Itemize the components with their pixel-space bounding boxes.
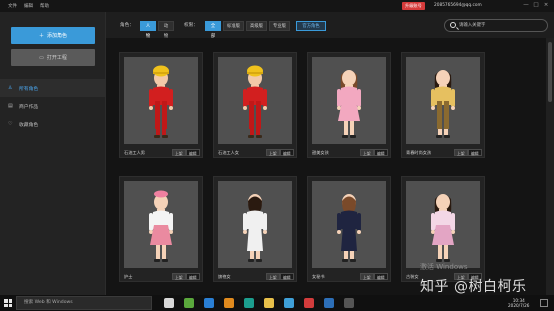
role-card[interactable]: 石油工人女 上架 编辑 (213, 52, 297, 158)
perm-chip-advanced[interactable]: 高级版 (246, 21, 267, 31)
sidebar-item-label: 所有角色 (19, 86, 39, 92)
role-name: 青春时尚女孩 (406, 150, 432, 155)
user-email[interactable]: 2085765694@qq.com (434, 2, 482, 10)
menu-edit[interactable]: 编辑 (24, 3, 33, 9)
heart-icon: ♡ (8, 121, 13, 127)
taskbar-clock[interactable]: 10:34 2020/7/26 (508, 298, 529, 308)
role-name: 石油工人女 (218, 150, 239, 155)
app-green-icon[interactable] (184, 298, 194, 308)
role-publish-button[interactable]: 上架 (172, 149, 186, 156)
sidebar: ＋ 添加角色 ▭ 打开工程 ♙ 所有角色 ▤ 商户作品 ♡ 收藏角色 (0, 12, 106, 295)
role-thumbnail[interactable] (124, 57, 198, 144)
role-thumbnail[interactable] (312, 57, 386, 144)
taskbar: 搜索 Web 和 Windows 10:34 2020/7/26 (0, 295, 554, 311)
menu-bar: 文件 编辑 帮助 升级账号 2085765694@qq.com — □ × (0, 0, 554, 12)
app-orange-icon[interactable] (224, 298, 234, 308)
minimize-button[interactable]: — (522, 1, 530, 10)
role-edit-button[interactable]: 编辑 (374, 273, 388, 280)
role-publish-button[interactable]: 上架 (266, 149, 280, 156)
role-thumbnail[interactable] (124, 181, 198, 268)
open-project-button[interactable]: ▭ 打开工程 (11, 49, 95, 66)
person-icon: ♙ (8, 85, 13, 91)
search-icon (450, 22, 456, 28)
add-role-label: 添加角色 (47, 33, 68, 39)
role-thumbnail[interactable] (406, 181, 480, 268)
perm-chip-pro[interactable]: 专业版 (269, 21, 290, 31)
role-edit-button[interactable]: 编辑 (280, 273, 294, 280)
folder-icon[interactable] (264, 298, 274, 308)
role-edit-button[interactable]: 编辑 (468, 149, 482, 156)
role-publish-button[interactable]: 上架 (266, 273, 280, 280)
official-role-button[interactable]: 官方角色 (296, 21, 326, 31)
filter-bar: 角色： 人物 动物 权限： 全部 标准版 高级版 专业版 官方角色 (106, 12, 554, 39)
menu-help[interactable]: 帮助 (40, 3, 49, 9)
role-edit-button[interactable]: 编辑 (280, 149, 294, 156)
role-publish-button[interactable]: 上架 (360, 149, 374, 156)
list-icon: ▤ (8, 103, 13, 109)
app-teal-icon[interactable] (244, 298, 254, 308)
sidebar-item-merchant-works[interactable]: ▤ 商户作品 (0, 97, 106, 115)
add-role-button[interactable]: ＋ 添加角色 (11, 27, 95, 44)
clock-date: 2020/7/26 (508, 303, 530, 308)
role-filter-label: 角色： (120, 23, 134, 28)
image-app-icon[interactable] (284, 298, 294, 308)
sidebar-item-label: 收藏角色 (19, 122, 39, 128)
app-dark-icon[interactable] (344, 298, 354, 308)
upgrade-badge[interactable]: 升级账号 (402, 2, 425, 10)
role-publish-button[interactable]: 上架 (454, 149, 468, 156)
role-name: 甜美女孩 (312, 150, 329, 155)
role-name: 石油工人男 (124, 150, 145, 155)
role-card[interactable]: 甜美女孩 上架 编辑 (307, 52, 391, 158)
role-publish-button[interactable]: 上架 (360, 273, 374, 280)
app-blue-icon[interactable] (204, 298, 214, 308)
menu-file[interactable]: 文件 (8, 3, 17, 9)
sidebar-item-all-roles[interactable]: ♙ 所有角色 (0, 79, 106, 97)
scrollbar[interactable] (546, 38, 554, 295)
open-project-label: 打开工程 (46, 55, 67, 61)
windows-start-icon[interactable] (4, 299, 12, 307)
role-thumbnail[interactable] (312, 181, 386, 268)
role-thumbnail[interactable] (218, 57, 292, 144)
role-edit-button[interactable]: 编辑 (374, 149, 388, 156)
role-name: 古装女 (406, 274, 419, 279)
role-card[interactable]: 石油工人男 上架 编辑 (119, 52, 203, 158)
maximize-button[interactable]: □ (532, 1, 540, 10)
app-window: 文件 编辑 帮助 升级账号 2085765694@qq.com — □ × ＋ … (0, 0, 554, 311)
role-card[interactable]: 女秘书 上架 编辑 (307, 176, 391, 282)
notification-icon[interactable] (540, 299, 548, 307)
app-red-icon[interactable] (304, 298, 314, 308)
role-name: 旗袍女 (218, 274, 231, 279)
perm-chip-all[interactable]: 全部 (205, 21, 221, 39)
role-thumbnail[interactable] (218, 181, 292, 268)
role-name: 护士 (124, 274, 133, 279)
taskbar-search-input[interactable]: 搜索 Web 和 Windows (16, 296, 152, 310)
search-box[interactable] (444, 19, 548, 32)
sidebar-item-label: 商户作品 (19, 104, 39, 110)
role-chip-person[interactable]: 人物 (140, 21, 156, 39)
role-edit-button[interactable]: 编辑 (186, 273, 200, 280)
role-chip-animal[interactable]: 动物 (158, 21, 174, 39)
search-input[interactable] (459, 21, 545, 30)
scrollbar-thumb[interactable] (548, 42, 552, 102)
plus-icon: ＋ (38, 33, 44, 39)
zhihu-watermark: 知乎 @树白柯乐 (420, 279, 527, 295)
task-view-icon[interactable] (164, 298, 174, 308)
role-publish-button[interactable]: 上架 (172, 273, 186, 280)
permission-filter-label: 权限： (184, 23, 198, 28)
role-card[interactable]: 护士 上架 编辑 (119, 176, 203, 282)
activate-windows-watermark: 激活 Windows (420, 263, 468, 271)
role-card[interactable]: 旗袍女 上架 编辑 (213, 176, 297, 282)
role-edit-button[interactable]: 编辑 (186, 149, 200, 156)
perm-chip-standard[interactable]: 标准版 (223, 21, 244, 31)
folder-icon: ▭ (39, 54, 44, 61)
sidebar-item-favorites[interactable]: ♡ 收藏角色 (0, 115, 106, 133)
am-app-icon[interactable] (324, 298, 334, 308)
role-grid: 石油工人男 上架 编辑 石油工人女 上架 编辑 甜美女孩 上架 编辑 青春时尚女… (106, 38, 546, 295)
role-name: 女秘书 (312, 274, 325, 279)
role-card[interactable]: 青春时尚女孩 上架 编辑 (401, 52, 485, 158)
close-button[interactable]: × (542, 1, 550, 10)
role-thumbnail[interactable] (406, 57, 480, 144)
